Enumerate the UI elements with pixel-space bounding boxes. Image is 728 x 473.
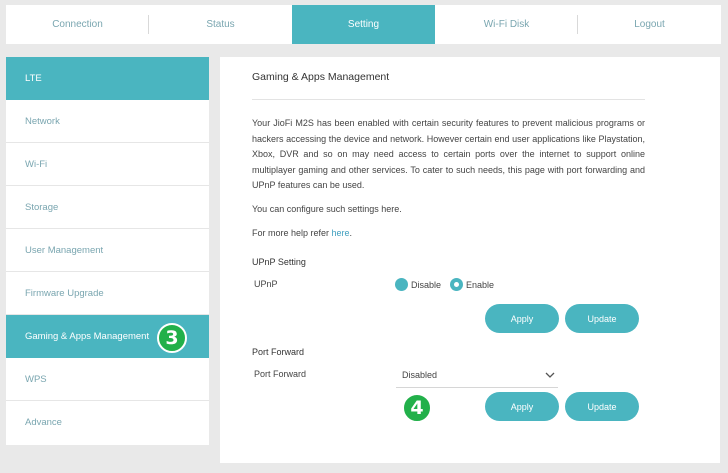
help-suffix: . [349, 228, 353, 238]
upnp-enable-radio[interactable] [450, 278, 464, 291]
help-text: For more help refer here. [252, 228, 352, 238]
port-forward-update-button[interactable]: Update [565, 392, 639, 421]
step-4-badge: 4 [402, 393, 432, 423]
upnp-apply-button[interactable]: Apply [485, 304, 559, 333]
upnp-label: UPnP [254, 279, 278, 289]
title-divider [252, 99, 645, 100]
upnp-section-title: UPnP Setting [252, 257, 306, 267]
top-nav: Connection Status Setting Wi-Fi Disk Log… [6, 5, 721, 44]
sidebar-item-advance[interactable]: Advance [6, 401, 209, 444]
configure-text: You can configure such settings here. [252, 204, 402, 214]
port-forward-value: Disabled [402, 369, 438, 380]
main-panel: Gaming & Apps Management Your JioFi M2S … [220, 57, 720, 463]
tab-logout[interactable]: Logout [578, 5, 721, 44]
upnp-radio-group: Disable Enable [395, 278, 503, 291]
help-link[interactable]: here [332, 228, 350, 238]
description-text: Your JioFi M2S has been enabled with cer… [252, 118, 645, 191]
port-forward-label: Port Forward [254, 369, 307, 379]
sidebar-item-user-management[interactable]: User Management [6, 229, 209, 272]
sidebar-item-storage[interactable]: Storage [6, 186, 209, 229]
sidebar-item-firmware-upgrade[interactable]: Firmware Upgrade [6, 272, 209, 315]
tab-setting[interactable]: Setting [292, 5, 435, 44]
tab-wifi-disk[interactable]: Wi-Fi Disk [435, 5, 578, 44]
sidebar-item-wps[interactable]: WPS [6, 358, 209, 401]
step-3-badge: 3 [157, 323, 187, 353]
upnp-update-button[interactable]: Update [565, 304, 639, 333]
port-forward-section-title: Port Forward [252, 347, 305, 357]
upnp-enable-label: Enable [466, 279, 495, 290]
port-forward-select[interactable]: Disabled [396, 362, 558, 388]
help-prefix: For more help refer [252, 228, 332, 238]
upnp-disable-radio[interactable] [395, 278, 408, 291]
upnp-disable-label: Disable [411, 279, 442, 290]
tab-connection[interactable]: Connection [6, 5, 149, 44]
tab-status[interactable]: Status [149, 5, 292, 44]
chevron-down-icon [545, 372, 555, 378]
sidebar: LTE Network Wi-Fi Storage User Managemen… [6, 57, 209, 445]
sidebar-item-wifi[interactable]: Wi-Fi [6, 143, 209, 186]
port-forward-apply-button[interactable]: Apply [485, 392, 559, 421]
sidebar-item-network[interactable]: Network [6, 100, 209, 143]
page-title: Gaming & Apps Management [252, 71, 390, 83]
sidebar-item-lte[interactable]: LTE [6, 57, 209, 100]
